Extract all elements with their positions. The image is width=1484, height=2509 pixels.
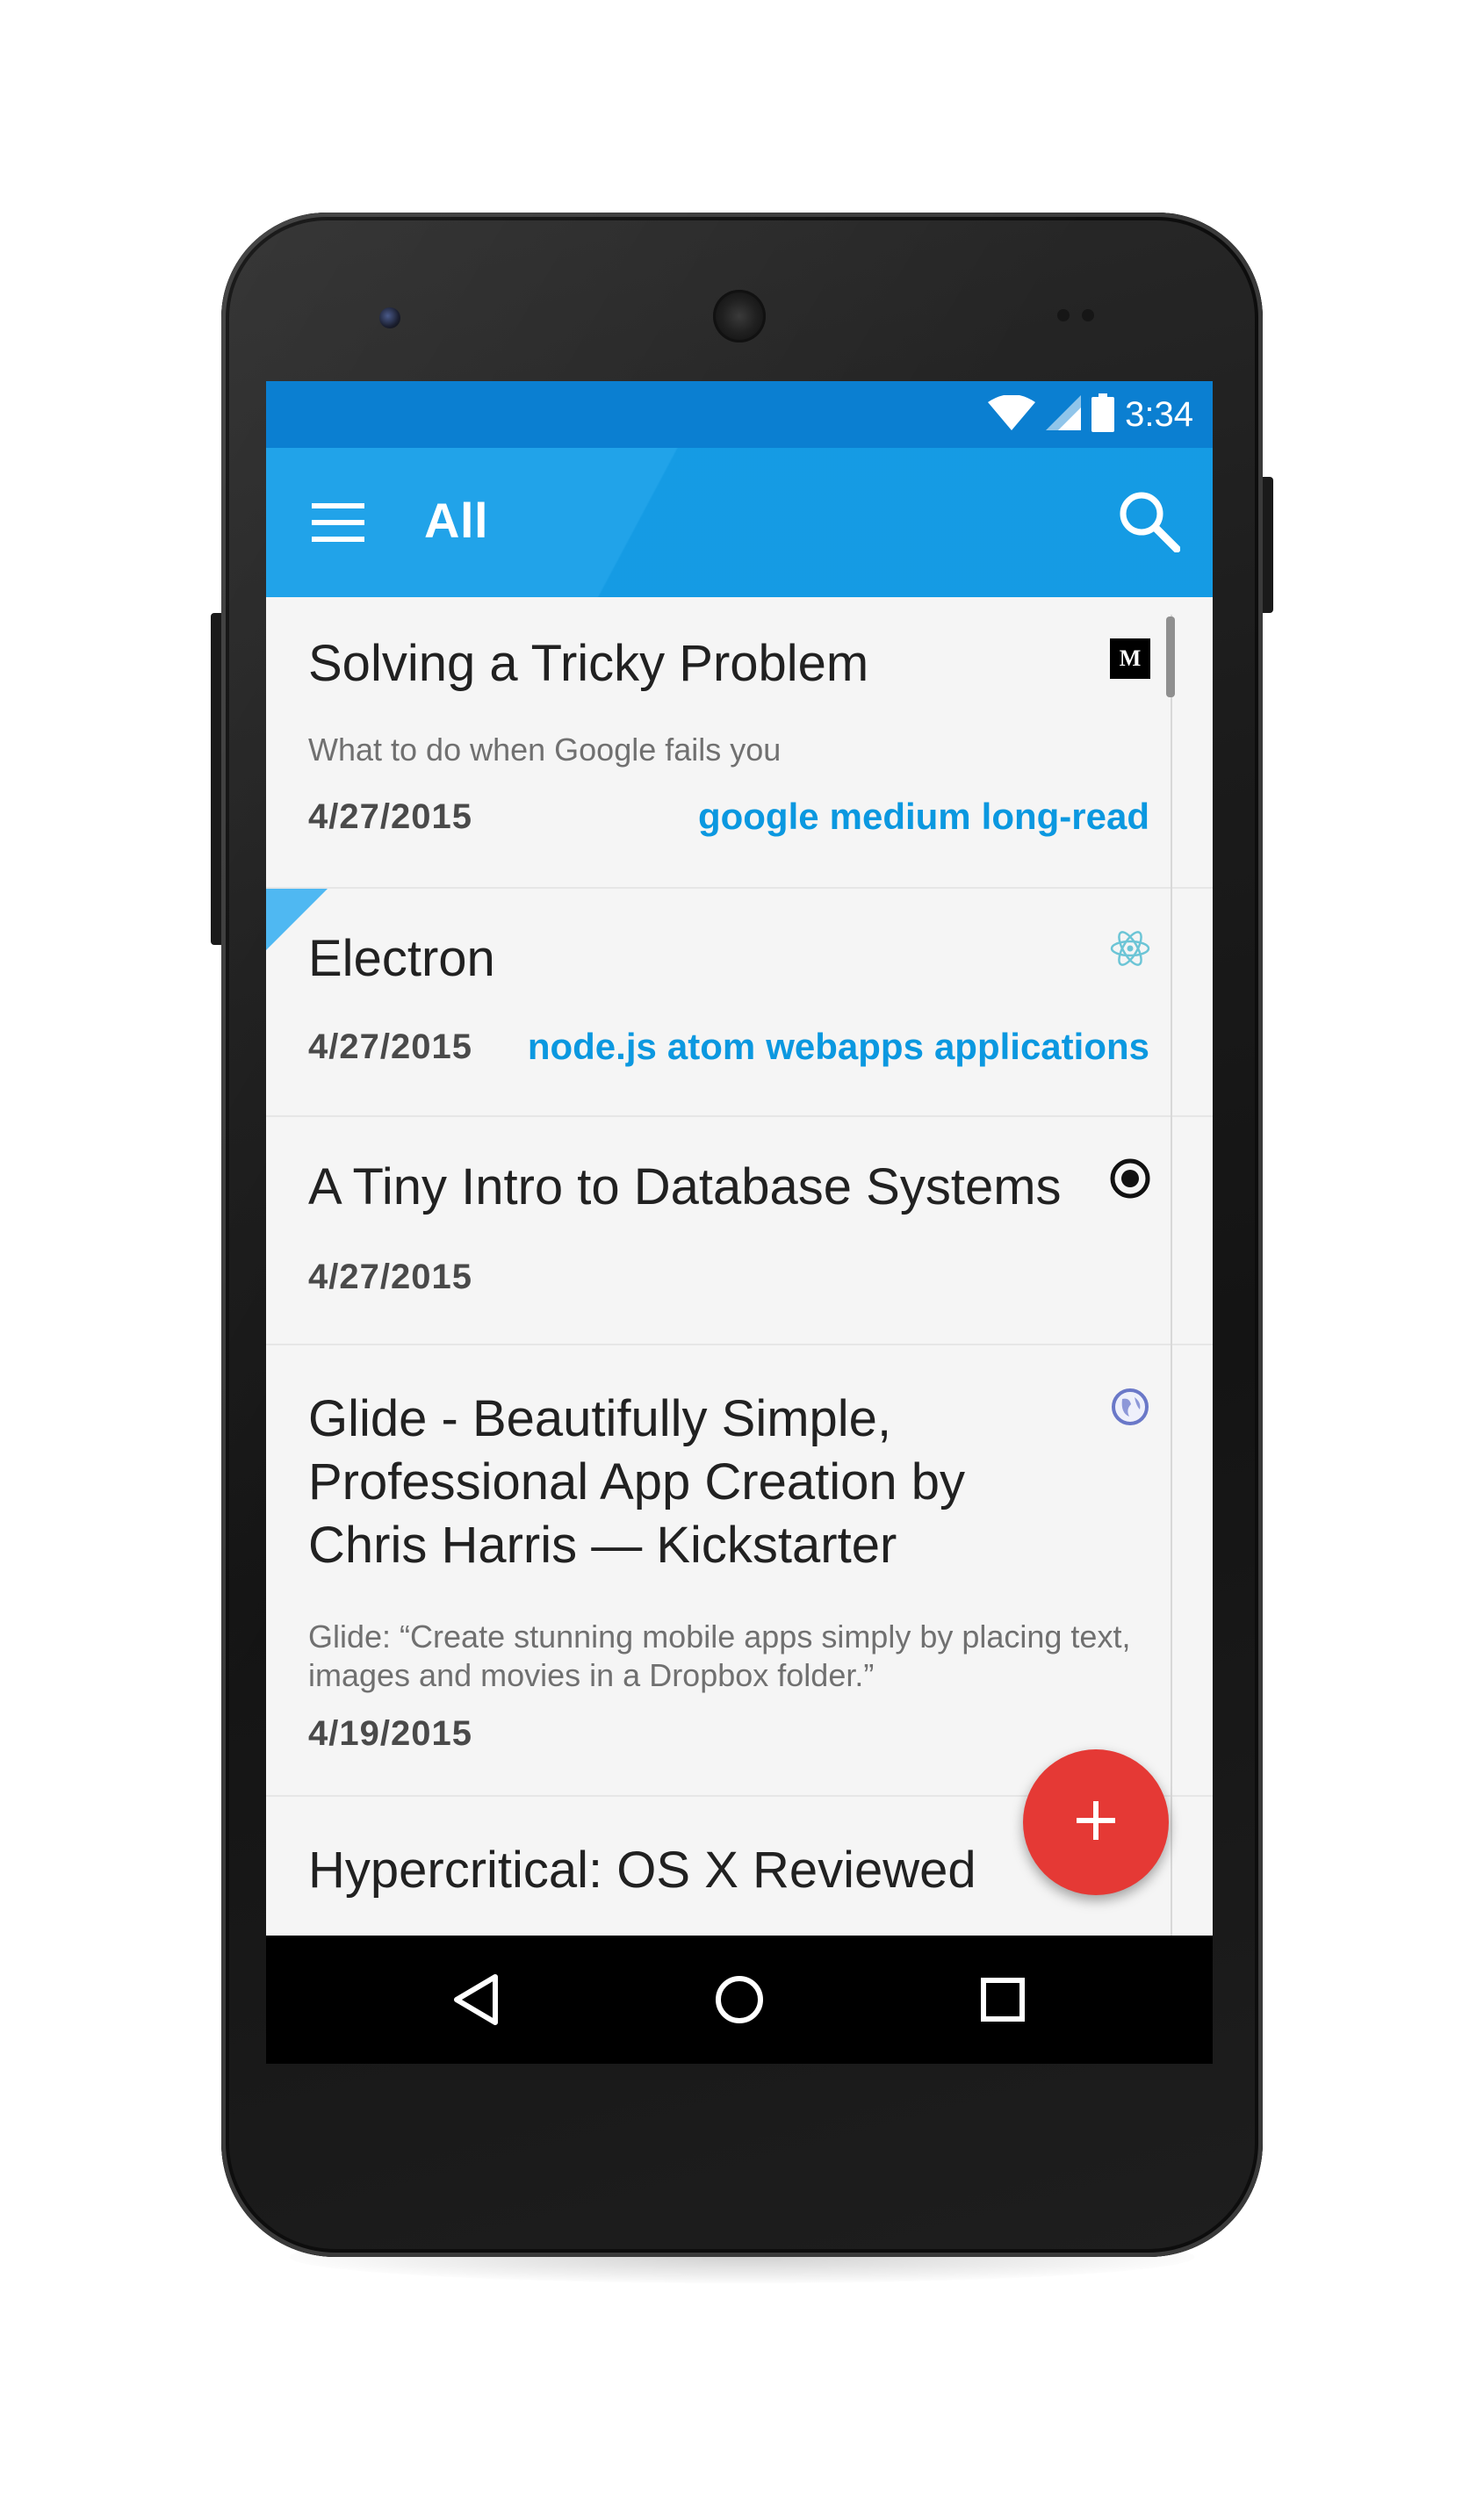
list-item[interactable]: Solving a Tricky Problem M What to do wh… <box>266 597 1213 889</box>
tag-link[interactable]: node.js <box>528 1026 657 1067</box>
tag-link[interactable]: applications <box>934 1026 1149 1067</box>
power-button <box>1261 477 1273 613</box>
cell-signal-icon <box>1046 394 1082 435</box>
wifi-icon <box>988 393 1036 435</box>
scrollbar-thumb[interactable] <box>1166 616 1175 697</box>
tag-link[interactable]: atom <box>667 1026 755 1067</box>
article-tags: node.js atom webapps applications <box>517 1026 1149 1068</box>
article-title: A Tiny Intro to Database Systems <box>308 1158 1062 1215</box>
recents-square-icon[interactable] <box>972 1969 1034 2030</box>
proximity-sensors <box>1057 309 1110 323</box>
tag-link[interactable]: long-read <box>982 796 1149 837</box>
search-icon[interactable] <box>1111 483 1186 559</box>
tag-link[interactable]: medium <box>830 796 971 837</box>
front-camera <box>379 307 400 328</box>
article-tags: google medium long-read <box>688 796 1149 838</box>
article-description: Glide: “Create stunning mobile apps simp… <box>308 1619 1131 1693</box>
article-list[interactable]: Solving a Tricky Problem M What to do wh… <box>266 597 1213 1936</box>
article-date: 4/27/2015 <box>308 1027 472 1066</box>
battery-icon <box>1091 393 1115 436</box>
list-item[interactable]: A Tiny Intro to Database Systems 4/27/20… <box>266 1117 1213 1345</box>
tag-link[interactable]: webapps <box>766 1026 924 1067</box>
article-title: Glide - Beautifully Simple, Professional… <box>308 1390 965 1574</box>
medium-logo-icon: M <box>1109 638 1151 680</box>
add-icon <box>1077 1800 1115 1844</box>
electron-logo-icon <box>1109 927 1151 970</box>
article-title: Hypercritical: OS X Reviewed <box>308 1842 976 1899</box>
hamburger-menu-icon[interactable] <box>306 490 371 555</box>
list-item[interactable]: Electron 4/27/2015 node.js atom webapps app… <box>266 889 1213 1117</box>
phone-screen: 3:34 All Solving a Tricky Problem M What… <box>266 381 1213 2064</box>
globe-icon <box>1109 1386 1151 1428</box>
article-date: 4/19/2015 <box>308 1714 472 1753</box>
article-description: What to do when Google fails you <box>308 732 782 768</box>
app-toolbar: All <box>266 448 1213 597</box>
article-date: 4/27/2015 <box>308 797 472 836</box>
earpiece-speaker <box>713 290 766 342</box>
status-time: 3:34 <box>1125 394 1193 434</box>
article-title: Solving a Tricky Problem <box>308 635 869 692</box>
status-bar: 3:34 <box>266 381 1213 448</box>
target-circle-icon <box>1109 1157 1151 1200</box>
article-date: 4/27/2015 <box>308 1258 472 1296</box>
list-item[interactable]: Glide - Beautifully Simple, Professional… <box>266 1345 1213 1797</box>
add-article-button[interactable] <box>1023 1749 1169 1895</box>
scrollbar-track <box>1171 615 1172 1936</box>
back-triangle-icon[interactable] <box>445 1969 507 2030</box>
home-circle-icon[interactable] <box>709 1969 770 2030</box>
article-title: Electron <box>308 930 495 987</box>
tag-link[interactable]: google <box>698 796 819 837</box>
stage: 3:34 All Solving a Tricky Problem M What… <box>0 0 1484 2509</box>
system-nav-bar <box>266 1936 1213 2064</box>
page-title: All <box>424 493 489 548</box>
